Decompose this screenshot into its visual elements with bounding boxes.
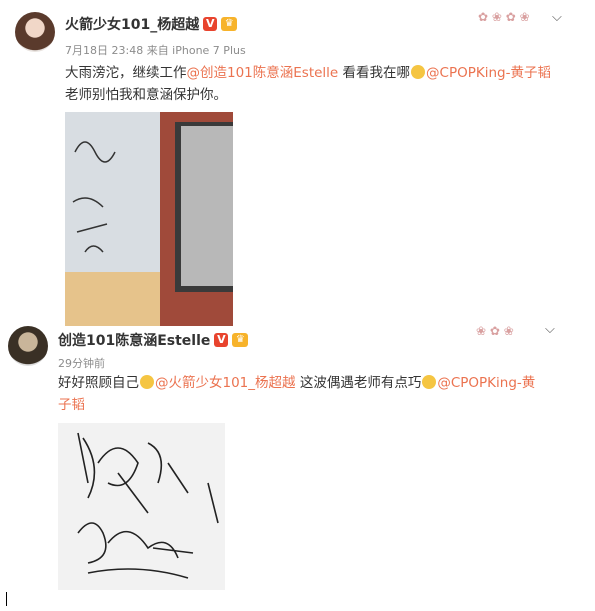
avatar[interactable]: [15, 12, 55, 52]
verified-icon: V: [214, 333, 229, 347]
post-meta[interactable]: 7月18日 23:48 来自 iPhone 7 Plus: [65, 42, 246, 58]
vip-crown-icon: ♛: [232, 333, 249, 347]
emoji-icon: [422, 375, 437, 389]
verified-icon: V: [203, 17, 218, 31]
card-decoration: ❀ ✿ ❀: [476, 324, 514, 338]
mention-link[interactable]: @火箭少女101_杨超越: [155, 375, 296, 391]
photo-graphic: [77, 432, 219, 579]
avatar[interactable]: [8, 326, 48, 366]
vip-crown-icon: ♛: [221, 17, 238, 31]
chevron-down-icon[interactable]: ⌵: [545, 322, 555, 337]
post-text: 大雨滂沱，继续工作@创造101陈意涵Estelle 看看我在哪 @CPOPKing…: [65, 65, 551, 103]
post-photo[interactable]: [58, 423, 225, 590]
post-meta[interactable]: 29分钟前: [58, 355, 105, 371]
chevron-down-icon[interactable]: ⌵: [552, 10, 562, 25]
card-decoration: ✿ ❀ ✿ ❀: [478, 10, 530, 24]
mention-link[interactable]: @创造101陈意涵Estelle: [187, 65, 339, 81]
emoji-icon: [411, 65, 426, 79]
mention-link[interactable]: @CPOPKing-黄: [437, 375, 535, 391]
text-cursor: [6, 592, 7, 606]
emoji-icon: [140, 375, 154, 389]
photo-graphic: [65, 112, 233, 326]
post-text: 好好照顾自己 @火箭少女101_杨超越 这波偶遇老师有点巧 @CPOPKing-黄 …: [58, 375, 536, 413]
post-photo[interactable]: [65, 112, 233, 326]
author-name[interactable]: 创造101陈意涵Estelle V ♛: [58, 330, 249, 350]
mention-link[interactable]: 子韬: [58, 397, 85, 413]
author-name[interactable]: 火箭少女101_杨超越 V ♛: [65, 14, 238, 34]
mention-link[interactable]: @CPOPKing-黄子韬: [426, 65, 551, 81]
